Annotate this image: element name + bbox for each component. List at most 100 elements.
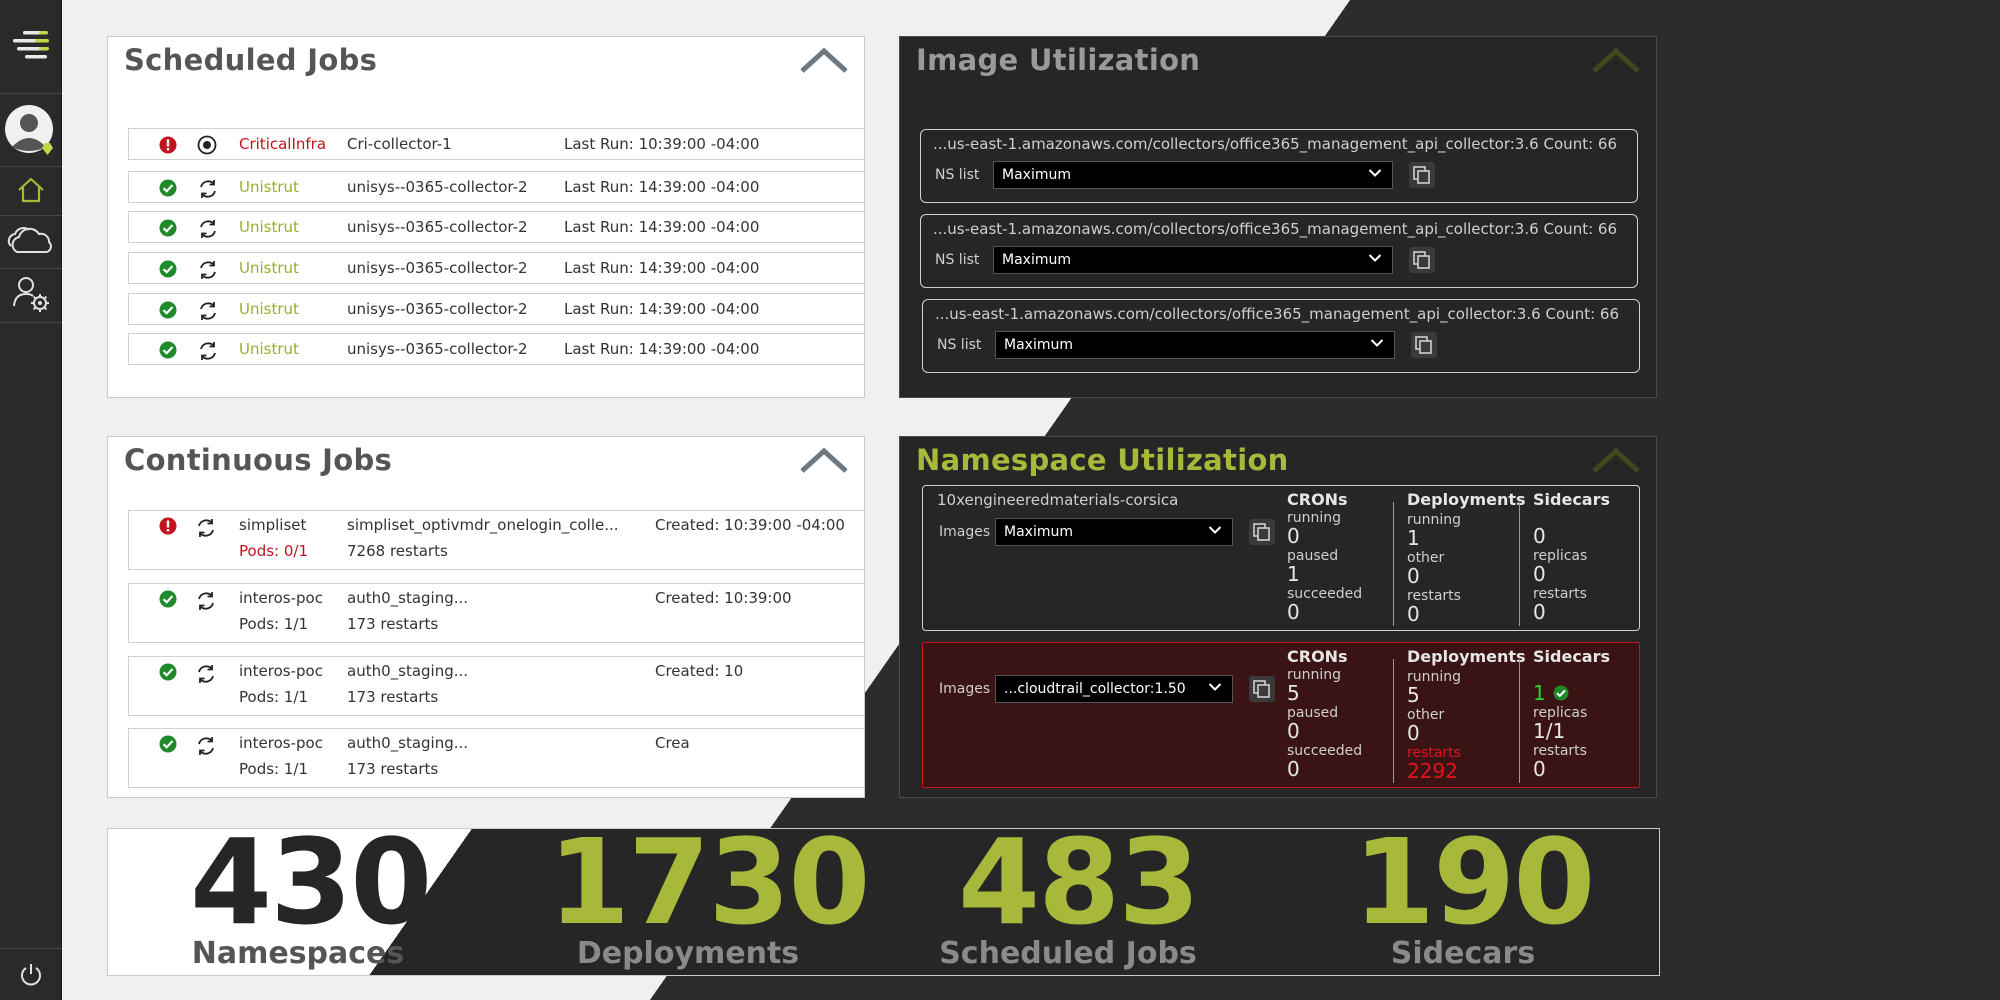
image-path: ...us-east-1.amazonaws.com/collectors/of…: [935, 305, 1541, 323]
sidecars-header: Sidecars: [1533, 647, 1611, 666]
continuous-job-row[interactable]: interos-poc Pods: 1/1 auth0_staging... 173 …: [128, 583, 864, 643]
images-select-value: ...cloudtrail_collector:1.50: [1004, 681, 1186, 697]
scheduled-job-row[interactable]: Unistrut unisys--0365-collector-2 Last Run…: [128, 171, 864, 204]
continuous-job-row[interactable]: interos-poc Pods: 1/1 auth0_staging... 173 …: [128, 656, 864, 716]
refresh-icon[interactable]: [195, 735, 217, 761]
continuous-job-row[interactable]: interos-poc Pods: 1/1 auth0_staging... 173 …: [128, 728, 864, 788]
job-owner[interactable]: Unistrut: [239, 300, 299, 318]
sidecars-replicas-value: 0: [1533, 562, 1546, 586]
job-created: Created: 10: [655, 662, 744, 680]
refresh-icon[interactable]: [197, 259, 219, 285]
user-settings-icon[interactable]: [0, 270, 62, 318]
error-status-icon: [159, 136, 177, 158]
job-pods: Pods: 0/1: [239, 542, 308, 560]
copy-icon[interactable]: [1249, 676, 1275, 702]
collapse-chevron-icon[interactable]: [798, 445, 850, 479]
job-name: unisys--0365-collector-2: [347, 178, 528, 196]
ns-list-select[interactable]: Maximum: [995, 331, 1395, 359]
job-name: unisys--0365-collector-2: [347, 218, 528, 236]
stat-deployments-label: Deployments: [576, 936, 800, 971]
job-restarts: 173 restarts: [347, 760, 439, 778]
clouds-icon[interactable]: [0, 216, 62, 264]
image-card: ...us-east-1.amazonaws.com/collectors/of…: [922, 299, 1640, 373]
scheduled-jobs-panel: Scheduled Jobs CriticalInfra Cri-collecto…: [107, 36, 865, 398]
sidecars-header: Sidecars: [1533, 490, 1611, 509]
namespace-utilization-title: Namespace Utilization: [916, 443, 1289, 477]
continuous-job-row[interactable]: simpliset Pods: 0/1 simpliset_optivmdr_one…: [128, 510, 864, 570]
job-name: auth0_staging...: [347, 589, 469, 607]
collapse-chevron-icon[interactable]: [1590, 445, 1642, 479]
power-icon[interactable]: [0, 956, 62, 992]
ns-list-select[interactable]: Maximum: [993, 161, 1393, 189]
job-name: unisys--0365-collector-2: [347, 259, 528, 277]
scheduled-job-row[interactable]: CriticalInfra Cri-collector-1 Last Run: 10…: [128, 128, 864, 160]
copy-icon[interactable]: [1249, 519, 1275, 545]
refresh-icon[interactable]: [195, 517, 217, 543]
deployments-other-value: 0: [1407, 564, 1420, 588]
job-owner[interactable]: Unistrut: [239, 259, 299, 277]
chevron-down-icon: [1370, 336, 1384, 352]
deployments-restarts-value: 2292: [1407, 759, 1458, 783]
job-last-run: Last Run: 14:39:00 -04:00: [564, 300, 760, 318]
sidecars-restarts-value: 0: [1533, 600, 1546, 624]
chevron-down-icon: [1368, 166, 1382, 182]
scheduled-job-row[interactable]: Unistrut unisys--0365-collector-2 Last Run…: [128, 211, 864, 244]
collapse-chevron-icon[interactable]: [1590, 45, 1642, 79]
sidecars-count-value: 1: [1533, 681, 1546, 705]
namespace-card[interactable]: Images ...cloudtrail_collector:1.50 CRONs r…: [922, 642, 1640, 788]
error-status-icon: [159, 517, 177, 539]
deployments-header: Deployments: [1407, 490, 1526, 509]
copy-icon[interactable]: [1409, 247, 1435, 273]
stop-circle-icon[interactable]: [197, 135, 217, 159]
crons-header: CRONs: [1287, 647, 1348, 666]
job-owner[interactable]: Unistrut: [239, 178, 299, 196]
stat-deployments-value: 1730: [548, 813, 870, 951]
refresh-icon[interactable]: [197, 300, 219, 326]
stat-namespaces-label: Namespaces: [191, 936, 405, 971]
home-icon[interactable]: [0, 168, 62, 212]
job-owner[interactable]: interos-poc: [239, 734, 323, 752]
images-select[interactable]: Maximum: [995, 518, 1233, 546]
stat-sidecars-value: 190: [1353, 813, 1595, 951]
refresh-icon[interactable]: [197, 178, 219, 204]
continuous-jobs-title: Continuous Jobs: [124, 443, 393, 477]
job-last-run: Last Run: 14:39:00 -04:00: [564, 178, 760, 196]
user-avatar-icon[interactable]: [0, 96, 62, 166]
job-owner[interactable]: Unistrut: [239, 218, 299, 236]
namespace-card[interactable]: 10xengineeredmaterials-corsica Images Maxi…: [922, 485, 1640, 631]
deployments-running-value: 5: [1407, 683, 1420, 707]
stat-namespaces-value: 430: [190, 813, 432, 951]
job-owner[interactable]: Unistrut: [239, 340, 299, 358]
column-divider: [1393, 502, 1394, 626]
scheduled-job-row[interactable]: Unistrut unisys--0365-collector-2 Last Run…: [128, 333, 864, 366]
collapse-chevron-icon[interactable]: [798, 45, 850, 79]
ok-status-icon: [159, 260, 177, 282]
job-last-run: Last Run: 14:39:00 -04:00: [564, 218, 760, 236]
copy-icon[interactable]: [1409, 162, 1435, 188]
job-owner[interactable]: interos-poc: [239, 662, 323, 680]
job-owner[interactable]: simpliset: [239, 516, 306, 534]
refresh-icon[interactable]: [195, 663, 217, 689]
image-count: Count: 66: [1543, 220, 1617, 238]
stat-scheduled-jobs-value: 483: [958, 813, 1200, 951]
scheduled-job-row[interactable]: Unistrut unisys--0365-collector-2 Last Run…: [128, 293, 864, 326]
namespace-name[interactable]: 10xengineeredmaterials-corsica: [937, 491, 1178, 509]
ns-list-select[interactable]: Maximum: [993, 246, 1393, 274]
crons-running-value: 0: [1287, 524, 1300, 548]
ok-status-icon: [159, 301, 177, 323]
job-owner[interactable]: interos-poc: [239, 589, 323, 607]
images-select[interactable]: ...cloudtrail_collector:1.50: [995, 675, 1233, 703]
scheduled-job-row[interactable]: Unistrut unisys--0365-collector-2 Last Run…: [128, 252, 864, 285]
menu-logo-icon[interactable]: [0, 14, 62, 74]
copy-icon[interactable]: [1411, 332, 1437, 358]
refresh-icon[interactable]: [195, 590, 217, 616]
stat-scheduled-jobs-label: Scheduled Jobs: [939, 936, 1197, 971]
job-owner[interactable]: CriticalInfra: [239, 135, 326, 153]
refresh-icon[interactable]: [197, 218, 219, 244]
image-count: Count: 66: [1543, 135, 1617, 153]
refresh-icon[interactable]: [197, 340, 219, 366]
job-name: simpliset_optivmdr_onelogin_colle...: [347, 516, 619, 534]
summary-stats-bar: 430 Namespaces 1730 Deployments 483 Sche…: [107, 823, 1660, 976]
ok-status-icon: [159, 663, 177, 685]
deployments-restarts-value: 0: [1407, 602, 1420, 626]
